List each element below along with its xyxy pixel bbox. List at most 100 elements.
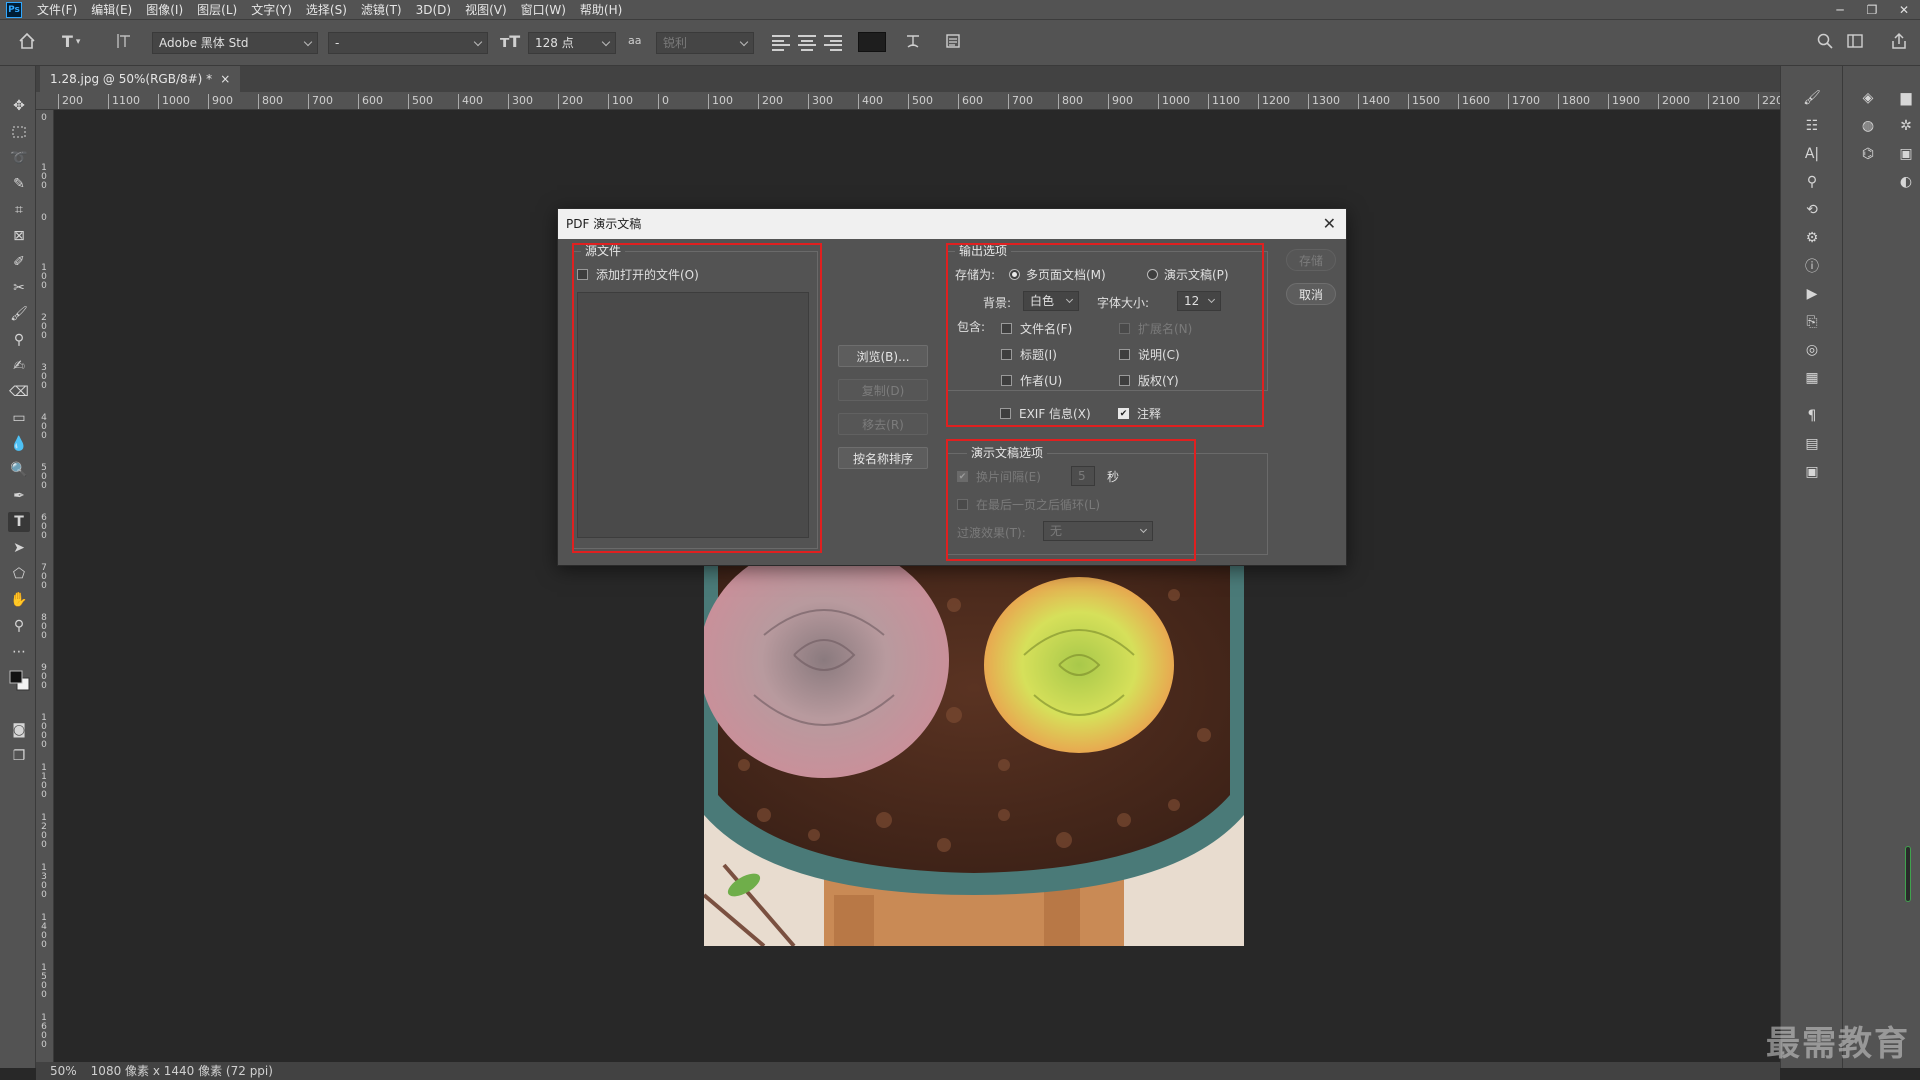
duplicate-button[interactable]: 复制(D) [838,379,928,401]
gradient-tool-icon[interactable]: ▭ [8,408,30,428]
channels-icon[interactable]: ◍ [1857,116,1879,136]
align-left-icon[interactable] [772,35,790,51]
menu-layer[interactable]: 图层(L) [190,0,244,20]
history-icon[interactable]: ⟲ [1801,200,1823,220]
multi-page-radio[interactable]: 多页面文档(M) [1009,266,1106,283]
browse-button[interactable]: 浏览(B)... [838,345,928,367]
text-orientation-icon[interactable] [116,32,134,50]
zoom-tool-icon[interactable]: ⚲ [8,616,30,636]
navigator-icon[interactable]: ✲ [1895,116,1917,136]
hand-tool-icon[interactable]: ✋ [8,590,30,610]
crop-tool-icon[interactable]: ⌗ [8,200,30,220]
3d-icon[interactable]: ◎ [1801,340,1823,360]
menu-3d[interactable]: 3D(D) [409,0,458,20]
author-checkbox[interactable]: 作者(U) [1001,372,1062,389]
layers-icon[interactable]: ◈ [1857,88,1879,108]
close-window-button[interactable]: ✕ [1888,0,1920,20]
description-checkbox[interactable]: 说明(C) [1119,346,1180,363]
paragraph-styles-icon[interactable]: ▤ [1801,434,1823,454]
home-icon[interactable] [18,32,36,50]
zoom-level[interactable]: 50% [50,1062,77,1080]
frame-tool-icon[interactable]: ⊠ [8,226,30,246]
libraries-icon[interactable]: ⚙ [1801,228,1823,248]
scroll-indicator[interactable] [1905,846,1911,902]
antialias-select[interactable]: 锐利 [656,32,754,54]
menu-help[interactable]: 帮助(H) [573,0,629,20]
menu-image[interactable]: 图像(I) [139,0,190,20]
menu-file[interactable]: 文件(F) [30,0,84,20]
transition-select[interactable]: 无 [1043,521,1153,541]
move-tool-icon[interactable]: ✥ [8,96,30,116]
font-size-select[interactable]: 128 点 [528,32,616,54]
type-tool-icon[interactable]: T [8,512,30,532]
menu-filter[interactable]: 滤镜(T) [354,0,409,20]
clone-source-icon[interactable]: ⚲ [1801,172,1823,192]
warp-text-icon[interactable] [904,32,922,50]
save-button[interactable]: 存储 [1286,249,1336,271]
extension-checkbox[interactable]: 扩展名(N) [1119,320,1192,337]
menu-select[interactable]: 选择(S) [299,0,354,20]
properties-icon[interactable]: ▣ [1895,144,1917,164]
text-color-swatch[interactable] [858,32,886,52]
align-center-icon[interactable] [798,35,816,51]
eyedropper-tool-icon[interactable]: ✐ [8,252,30,272]
advance-every-checkbox[interactable]: ✔ 换片间隔(E) [957,468,1041,485]
add-open-files-checkbox[interactable]: 添加打开的文件(O) [577,266,699,283]
quick-mask-icon[interactable]: ◙ [8,720,30,740]
search-icon[interactable] [1816,32,1834,50]
screen-mode-icon[interactable]: ❐ [8,746,30,766]
source-file-list[interactable] [577,292,809,538]
close-icon[interactable]: ✕ [1323,209,1336,239]
quick-selection-tool-icon[interactable]: ✎ [8,174,30,194]
brush-tool-icon[interactable]: 🖌 [8,304,30,324]
eraser-tool-icon[interactable]: ⌫ [8,382,30,402]
marquee-tool-icon[interactable] [8,122,30,142]
presentation-radio[interactable]: 演示文稿(P) [1147,266,1229,283]
lasso-tool-icon[interactable]: ➰ [8,148,30,168]
history-brush-tool-icon[interactable]: ✍ [8,356,30,376]
font-size-dialog-select[interactable]: 12 [1177,291,1221,311]
info-icon[interactable]: ⓘ [1801,256,1823,276]
character-panel-icon[interactable] [944,32,962,50]
font-style-select[interactable]: - [328,32,488,54]
menu-window[interactable]: 窗口(W) [514,0,573,20]
swatches-icon[interactable]: ◐ [1895,172,1917,192]
loop-checkbox[interactable]: 在最后一页之后循环(L) [957,496,1100,513]
remove-button[interactable]: 移去(R) [838,413,928,435]
background-select[interactable]: 白色 [1023,291,1079,311]
timeline-icon[interactable]: ▦ [1801,368,1823,388]
dodge-tool-icon[interactable]: 🔍 [8,460,30,480]
layer-comps-icon[interactable]: ⎘ [1801,312,1823,332]
healing-brush-tool-icon[interactable]: ✂ [8,278,30,298]
actions-icon[interactable]: ▶ [1801,284,1823,304]
adjustments-icon[interactable]: ☷ [1801,116,1823,136]
restore-button[interactable]: ❐ [1856,0,1888,20]
menu-view[interactable]: 视图(V) [458,0,514,20]
paths-icon[interactable]: ⌬ [1857,144,1879,164]
exif-checkbox[interactable]: EXIF 信息(X) [1000,405,1091,422]
menu-edit[interactable]: 编辑(E) [84,0,139,20]
copyright-checkbox[interactable]: 版权(Y) [1119,372,1179,389]
sort-by-name-button[interactable]: 按名称排序 [838,447,928,469]
share-icon[interactable] [1890,32,1908,50]
clone-stamp-tool-icon[interactable]: ⚲ [8,330,30,350]
path-selection-tool-icon[interactable]: ➤ [8,538,30,558]
document-info[interactable]: 1080 像素 x 1440 像素 (72 ppi) [91,1062,273,1080]
document-tab[interactable]: 1.28.jpg @ 50%(RGB/8#) * × [40,66,241,92]
title-checkbox[interactable]: 标题(I) [1001,346,1057,363]
workspace-icon[interactable] [1846,32,1864,50]
shape-tool-icon[interactable]: ⬠ [8,564,30,584]
pen-tool-icon[interactable]: ✒ [8,486,30,506]
font-family-select[interactable]: Adobe 黑体 Std [152,32,318,54]
notes-icon[interactable]: ▣ [1801,462,1823,482]
menu-type[interactable]: 文字(Y) [244,0,299,20]
notes-checkbox[interactable]: ✔ 注释 [1118,405,1161,422]
more-tools-icon[interactable]: ⋯ [8,642,30,662]
blur-tool-icon[interactable]: 💧 [8,434,30,454]
align-right-icon[interactable] [824,35,842,51]
filename-checkbox[interactable]: 文件名(F) [1001,320,1072,337]
color-swatches-icon[interactable] [8,670,30,691]
cancel-button[interactable]: 取消 [1286,283,1336,305]
character-icon[interactable]: A| [1801,144,1823,164]
paragraph-icon[interactable]: ¶ [1801,406,1823,426]
